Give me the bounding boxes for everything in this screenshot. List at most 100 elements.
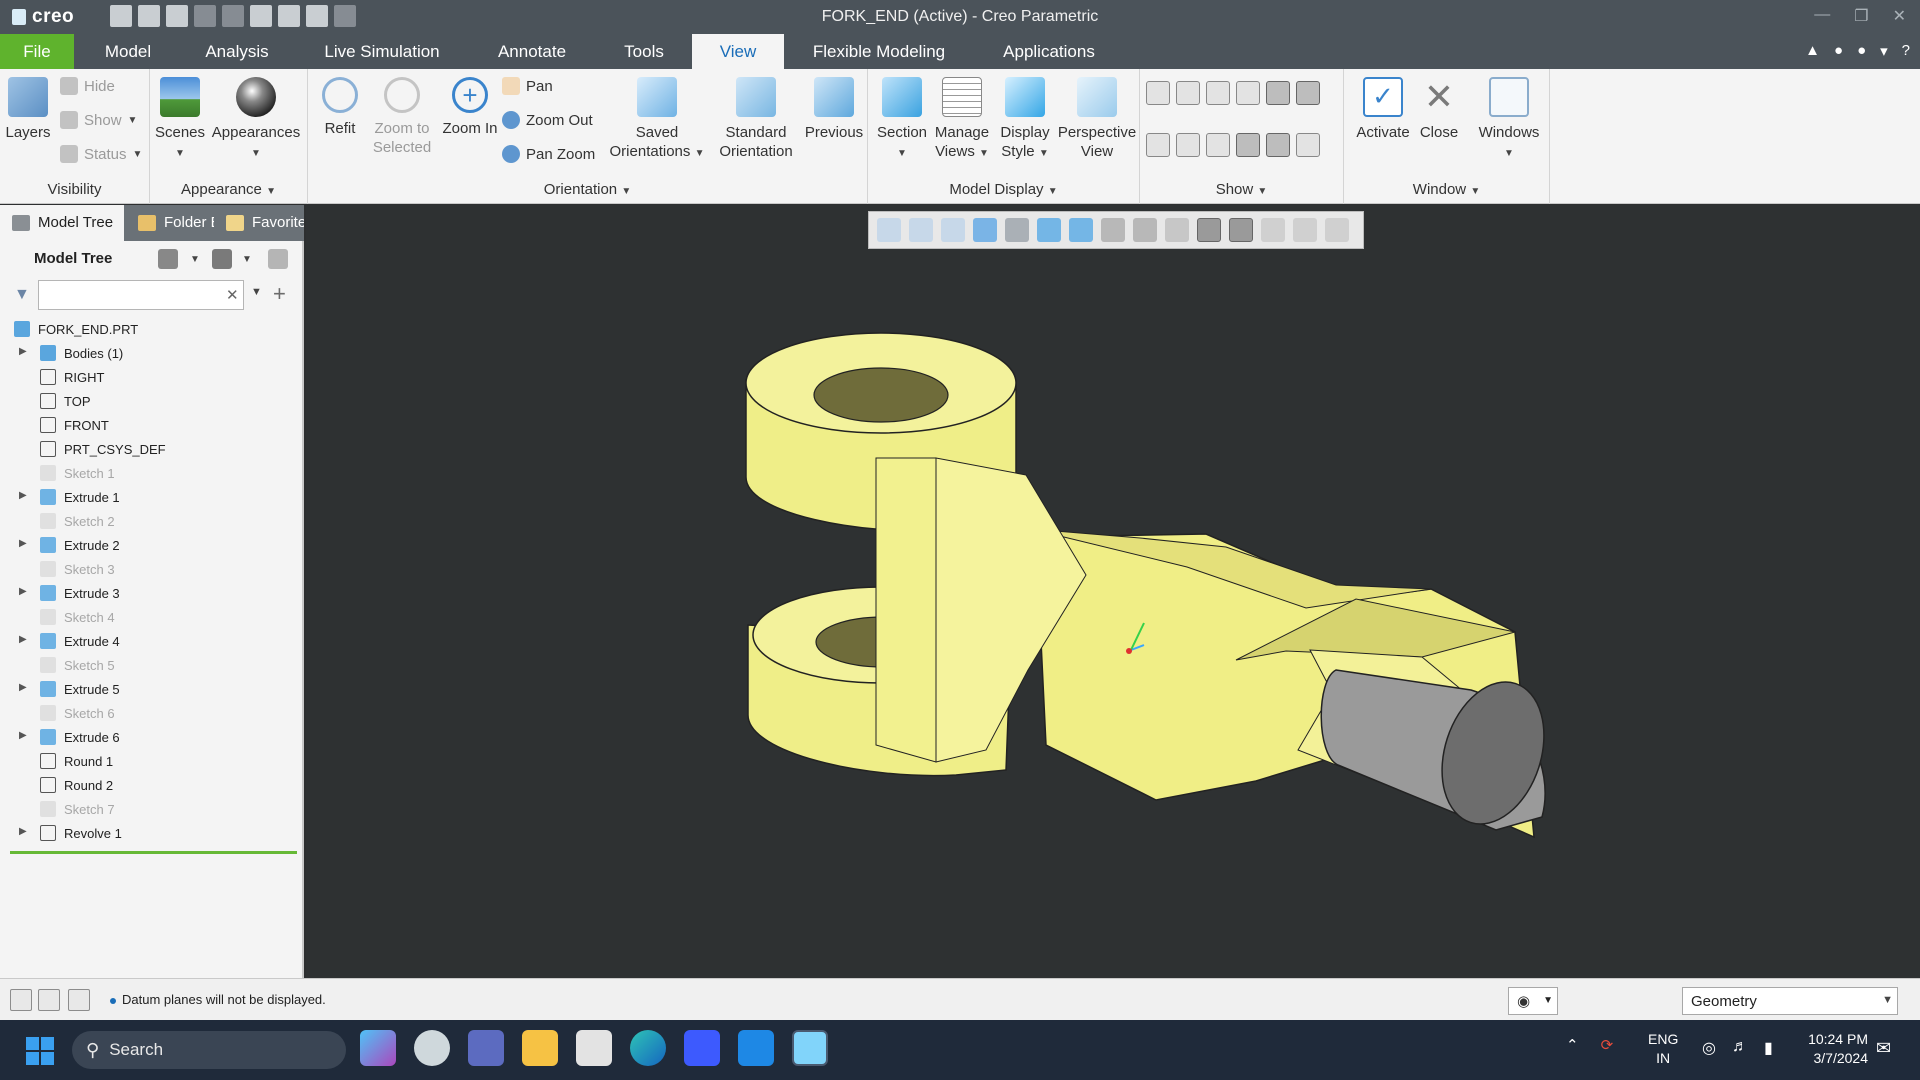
tab-folder-browser[interactable]: Folder Browser: [126, 205, 214, 241]
tree-item[interactable]: ▶ Extrude 1: [0, 485, 304, 509]
manage-views-button[interactable]: Manage Views ▼: [930, 77, 994, 163]
spin-center-icon[interactable]: [1266, 133, 1290, 157]
tray-chevron-up-icon[interactable]: ⌃: [1566, 1036, 1579, 1054]
close-button[interactable]: ✕ Close: [1414, 77, 1464, 142]
display-style-button[interactable]: Display Style ▼: [994, 77, 1056, 163]
clear-search-icon[interactable]: ✕: [226, 286, 239, 304]
tree-item[interactable]: ▶ Extrude 3: [0, 581, 304, 605]
undo-icon[interactable]: [194, 5, 216, 27]
save-icon[interactable]: [166, 5, 188, 27]
tree-item[interactable]: TOP: [0, 389, 304, 413]
tree-item[interactable]: RIGHT: [0, 365, 304, 389]
tree-item[interactable]: Round 2: [0, 773, 304, 797]
chevron-down-icon[interactable]: ▼: [242, 254, 252, 265]
toggle-navigator-icon[interactable]: [10, 989, 32, 1011]
previous-button[interactable]: Previous: [802, 77, 866, 142]
tree-item[interactable]: Sketch 4: [0, 605, 304, 629]
minimize-icon[interactable]: —: [1814, 6, 1830, 26]
creo-active-window-icon[interactable]: [792, 1030, 828, 1066]
settings-icon[interactable]: [158, 249, 178, 269]
windows-start-icon[interactable]: [26, 1037, 54, 1065]
search-help-icon[interactable]: ●: [1834, 42, 1843, 60]
open-file-icon[interactable]: [138, 5, 160, 27]
insert-here-marker[interactable]: [10, 851, 297, 854]
layers-button[interactable]: Layers: [4, 77, 52, 142]
tab-favorites[interactable]: Favorites: [214, 205, 304, 241]
tab-live-simulation[interactable]: Live Simulation: [314, 34, 450, 69]
microsoft-store-icon[interactable]: [576, 1030, 612, 1066]
axis-display-icon[interactable]: [1176, 81, 1200, 105]
tree-item[interactable]: PRT_CSYS_DEF: [0, 437, 304, 461]
tree-item[interactable]: Sketch 2: [0, 509, 304, 533]
pan-button[interactable]: Pan: [502, 77, 553, 95]
zoom-to-selected-button[interactable]: Zoom to Selected: [366, 77, 438, 157]
tree-item[interactable]: Sketch 3: [0, 557, 304, 581]
plane-tag-icon[interactable]: [1146, 133, 1170, 157]
csys-display-icon[interactable]: [1236, 81, 1260, 105]
tab-flexible-modeling[interactable]: Flexible Modeling: [806, 34, 952, 69]
tab-model[interactable]: Model: [88, 34, 168, 69]
learning-icon[interactable]: ●: [1857, 42, 1866, 60]
tree-filter-icon[interactable]: [268, 249, 288, 269]
mathcad-icon[interactable]: [684, 1030, 720, 1066]
standard-orientation-button[interactable]: Standard Orientation: [708, 77, 804, 161]
help-icon[interactable]: ?: [1902, 42, 1910, 60]
new-file-icon[interactable]: [110, 5, 132, 27]
tab-applications[interactable]: Applications: [994, 34, 1104, 69]
full-screen-icon[interactable]: [68, 989, 90, 1011]
status-button[interactable]: Status ▼: [60, 145, 142, 163]
expand-arrow-icon[interactable]: ▶: [19, 682, 27, 693]
tab-view[interactable]: View: [692, 34, 784, 69]
tree-item[interactable]: Sketch 6: [0, 701, 304, 725]
tab-annotate[interactable]: Annotate: [484, 34, 580, 69]
filter-funnel-icon[interactable]: ▼: [14, 286, 32, 304]
restore-icon[interactable]: ❐: [1854, 6, 1868, 26]
activate-button[interactable]: ✓ Activate: [1352, 77, 1414, 142]
tab-analysis[interactable]: Analysis: [196, 34, 278, 69]
file-explorer-icon[interactable]: [522, 1030, 558, 1066]
chevron-down-icon[interactable]: ▼: [190, 254, 200, 265]
minimize-ribbon-icon[interactable]: ▲: [1805, 42, 1820, 60]
expand-arrow-icon[interactable]: ▶: [19, 826, 27, 837]
hide-button[interactable]: Hide: [60, 77, 115, 95]
graphics-area[interactable]: [306, 205, 1920, 978]
taskbar-clock[interactable]: 10:24 PM 3/7/2024: [1798, 1030, 1868, 1068]
chevron-down-icon[interactable]: ▼: [251, 286, 262, 298]
annotation-display-icon[interactable]: [1266, 81, 1290, 105]
model-viewport[interactable]: [306, 205, 1920, 978]
plane-display-icon[interactable]: [1146, 81, 1170, 105]
appearances-button[interactable]: Appearances ▼: [210, 77, 302, 163]
expand-arrow-icon[interactable]: ▶: [19, 538, 27, 549]
show-list-icon[interactable]: [212, 249, 232, 269]
customize-qat-icon[interactable]: [334, 5, 356, 27]
tree-item[interactable]: ▶ Extrude 5: [0, 677, 304, 701]
refit-button[interactable]: Refit: [312, 77, 368, 138]
expand-arrow-icon[interactable]: ▶: [19, 730, 27, 741]
tree-item[interactable]: ▶ Revolve 1: [0, 821, 304, 845]
windows-icon[interactable]: [278, 5, 300, 27]
saved-orientations-button[interactable]: Saved Orientations ▼: [608, 77, 706, 163]
tree-item[interactable]: Sketch 7: [0, 797, 304, 821]
weather-icon[interactable]: [414, 1030, 450, 1066]
group-label-show[interactable]: Show ▼: [1140, 181, 1343, 198]
tab-model-tree[interactable]: Model Tree: [0, 205, 124, 241]
tree-item[interactable]: ▶ Extrude 2: [0, 533, 304, 557]
find-button[interactable]: ◉ ▼: [1508, 987, 1558, 1015]
pan-zoom-button[interactable]: Pan Zoom: [502, 145, 595, 163]
3d-notes-icon[interactable]: [1296, 133, 1320, 157]
notification-bell-icon[interactable]: ✉: [1876, 1038, 1891, 1059]
tree-item[interactable]: ▶ Bodies (1): [0, 341, 304, 365]
section-button[interactable]: Section ▼: [872, 77, 932, 163]
selection-filter-dropdown[interactable]: Geometry ▼: [1682, 987, 1898, 1015]
tree-item[interactable]: ▶ Extrude 6: [0, 725, 304, 749]
volume-icon[interactable]: ♬: [1732, 1038, 1748, 1058]
group-label-window[interactable]: Window ▼: [1344, 181, 1549, 198]
battery-icon[interactable]: ▮: [1764, 1038, 1773, 1058]
tree-search-input[interactable]: [38, 280, 244, 310]
group-label-model-display[interactable]: Model Display ▼: [868, 181, 1139, 198]
tree-item[interactable]: FORK_END.PRT: [0, 317, 304, 341]
language-indicator[interactable]: ENG IN: [1648, 1030, 1678, 1068]
tree-item[interactable]: FRONT: [0, 413, 304, 437]
edge-browser-icon[interactable]: [630, 1030, 666, 1066]
group-label-orientation[interactable]: Orientation ▼: [308, 181, 867, 198]
